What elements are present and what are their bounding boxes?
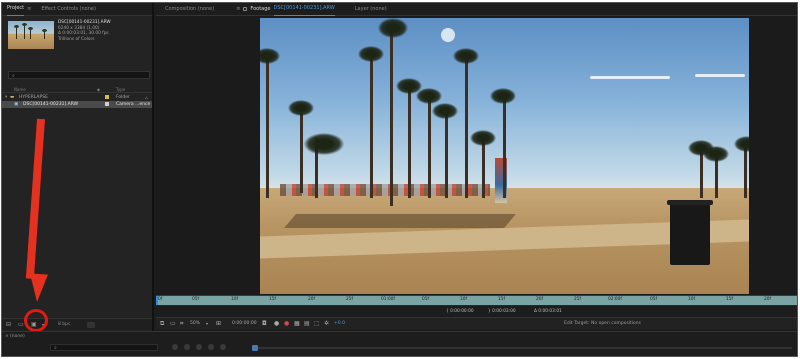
label-swatch[interactable] bbox=[105, 102, 109, 106]
grid-icon[interactable]: ⊞ bbox=[216, 321, 222, 327]
tab-composition[interactable]: Composition (none) bbox=[160, 3, 219, 16]
tab-effect-controls[interactable]: Effect Controls (none) bbox=[36, 3, 101, 16]
timeline-search-input[interactable]: ⌕ bbox=[50, 344, 158, 351]
region-of-interest-icon[interactable]: ▭ bbox=[170, 321, 176, 327]
tab-footage[interactable]: ≡ Footage DSC[00141-00231].ARW bbox=[231, 3, 340, 16]
search-icon: ⌕ bbox=[12, 73, 15, 79]
zoom-slider-handle[interactable] bbox=[252, 345, 258, 351]
project-panel: Project ≡ Effect Controls (none) DSC[001… bbox=[2, 3, 154, 356]
show-channel-icon[interactable]: ● bbox=[284, 321, 290, 327]
chevron-down-icon[interactable]: ▾ bbox=[206, 321, 208, 326]
timeline-tab[interactable]: (none) bbox=[10, 334, 25, 339]
trash-icon[interactable] bbox=[87, 322, 95, 328]
tab-layer[interactable]: Layer (none) bbox=[350, 3, 392, 16]
annotation-arrow bbox=[25, 118, 45, 279]
annotation-circle bbox=[24, 309, 48, 332]
edit-target: Edit Target: No open compositions bbox=[564, 321, 642, 326]
search-icon: ⌕ bbox=[54, 345, 57, 351]
in-point[interactable]: { 0:00:00:00 bbox=[446, 309, 474, 314]
annotation-arrow-head bbox=[28, 273, 48, 303]
timecode-field[interactable]: 0:00:00:00 bbox=[232, 321, 257, 326]
timeline-panel: × (none) ⌕ bbox=[2, 331, 797, 356]
zoom-select[interactable]: 50% bbox=[190, 321, 200, 326]
switch-icon[interactable] bbox=[196, 344, 202, 350]
out-point[interactable]: } 0:00:03:00 bbox=[488, 309, 516, 314]
footage-frame bbox=[260, 18, 749, 294]
list-item[interactable]: ▾ ▬ HYPERLAPSE Folder ⛬ bbox=[2, 94, 152, 101]
footage-colors: Trillions of Colors bbox=[58, 36, 95, 42]
footage-metadata: DSC[00141-00231].ARW 6240 x 3384 (1.00) … bbox=[58, 20, 111, 42]
zoom-slider[interactable] bbox=[252, 345, 792, 351]
label-swatch[interactable] bbox=[105, 95, 109, 99]
switch-icon[interactable] bbox=[172, 344, 178, 350]
new-folder-icon[interactable]: ▭ bbox=[18, 322, 24, 328]
resolution-icon[interactable]: ▦ bbox=[294, 321, 300, 327]
column-name[interactable]: Name bbox=[14, 87, 26, 92]
footage-thumbnail bbox=[8, 21, 54, 49]
mask-icon[interactable]: ⬚ bbox=[314, 321, 320, 327]
tab-project[interactable]: Project ≡ bbox=[2, 3, 36, 16]
footage-duration: Δ 0:00:03:01, 30.00 fps bbox=[58, 31, 109, 36]
list-item[interactable]: ▣ DSC[00141-00231].ARW Camera ...ence bbox=[2, 101, 152, 108]
after-effects-window: Project ≡ Effect Controls (none) DSC[001… bbox=[1, 2, 798, 357]
item-type: Folder bbox=[116, 95, 130, 100]
project-column-header: Name ◆ Type bbox=[2, 86, 152, 93]
transparency-grid-icon[interactable]: ▤ bbox=[304, 321, 310, 327]
exposure-icon[interactable]: ✲ bbox=[324, 321, 330, 327]
chevron-down-icon[interactable]: ▾ bbox=[5, 95, 7, 100]
label-column-icon[interactable]: ◆ bbox=[97, 87, 100, 92]
sun-glare bbox=[441, 28, 455, 42]
show-snapshot-icon[interactable]: ● bbox=[274, 321, 280, 327]
switch-icon[interactable] bbox=[184, 344, 190, 350]
exposure-value[interactable]: +0.0 bbox=[334, 321, 345, 326]
viewer-tabbar: Composition (none) ≡ Footage DSC[00141-0… bbox=[156, 3, 797, 16]
viewer-toolbar: ⧉ ▭ ⌗ 50% ▾ ⊞ 0:00:00:00 ◘ ● ● ▦ ▤ ⬚ ✲ +… bbox=[156, 317, 797, 329]
project-tabbar: Project ≡ Effect Controls (none) bbox=[2, 3, 152, 16]
footage-icon: ▣ bbox=[14, 102, 19, 107]
close-icon[interactable]: × bbox=[5, 334, 9, 339]
footage-viewer[interactable] bbox=[156, 16, 797, 295]
magnification-icon[interactable]: ⧉ bbox=[160, 321, 166, 327]
item-name: HYPERLAPSE bbox=[19, 95, 48, 100]
bit-depth-button[interactable]: 8 bpc bbox=[58, 322, 70, 327]
time-ruler[interactable]: 0f 05f 10f 15f 20f 25f 01:00f 05f 10f 15… bbox=[156, 295, 797, 306]
column-type[interactable]: Type bbox=[116, 87, 125, 92]
channel-icon[interactable]: ⌗ bbox=[180, 321, 186, 327]
trash-can bbox=[667, 200, 713, 265]
panel-menu-icon[interactable]: ≡ bbox=[236, 3, 240, 16]
in-out-bar: { 0:00:00:00 } 0:00:03:00 Δ 0:00:03:01 bbox=[156, 306, 797, 317]
panel-menu-icon[interactable]: ≡ bbox=[27, 3, 31, 16]
interpret-footage-icon[interactable]: ⊟ bbox=[6, 322, 12, 328]
project-search-input[interactable]: ⌕ bbox=[8, 71, 150, 79]
item-type: Camera ...ence bbox=[116, 102, 151, 107]
snapshot-icon[interactable]: ◘ bbox=[262, 321, 268, 327]
switch-icon[interactable] bbox=[220, 344, 226, 350]
item-name: DSC[00141-00231].ARW bbox=[23, 102, 79, 107]
switch-icon[interactable] bbox=[208, 344, 214, 350]
lock-icon[interactable] bbox=[243, 7, 248, 11]
footage-name: DSC[00141-00231].ARW bbox=[58, 20, 111, 25]
folder-icon: ▬ bbox=[10, 95, 15, 100]
duration-readout: Δ 0:00:03:01 bbox=[534, 309, 562, 314]
